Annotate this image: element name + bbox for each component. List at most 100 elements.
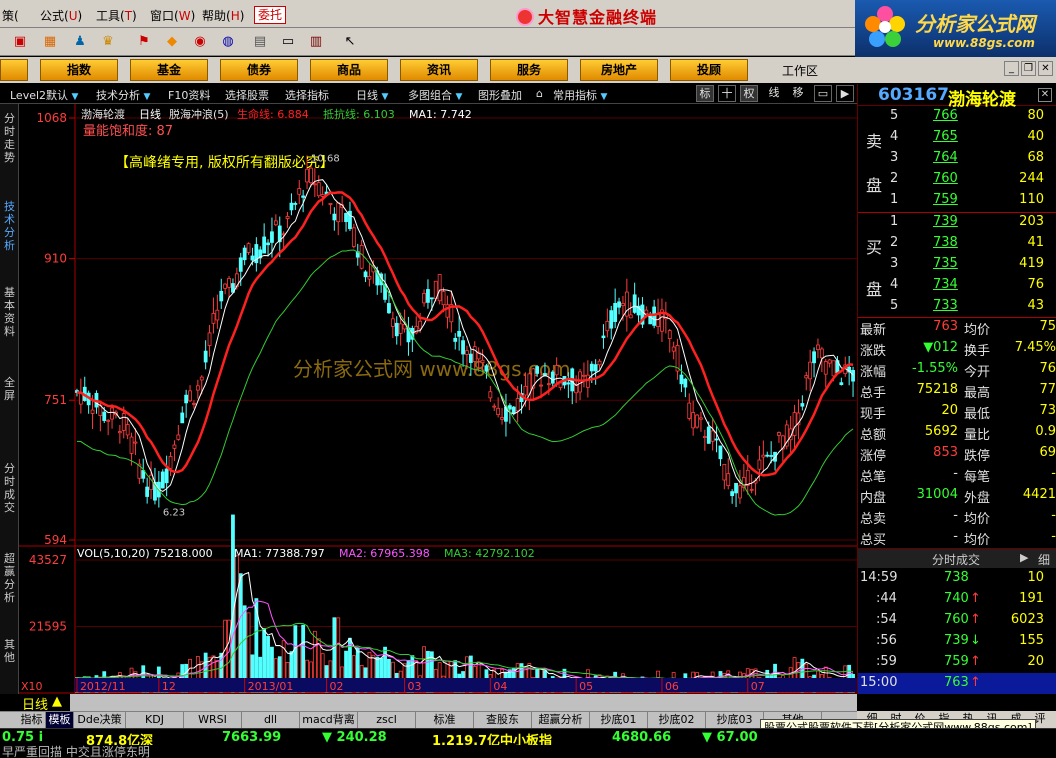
ask-price[interactable]: 766 — [933, 108, 958, 123]
nav-service-button[interactable]: 服务 — [490, 59, 568, 81]
stat-value: - — [1051, 466, 1056, 481]
candle-body — [761, 454, 766, 458]
stat-value: 75218 — [916, 382, 958, 397]
stat-value: - — [953, 529, 958, 544]
triangle-up-icon[interactable]: ▲ — [52, 694, 62, 709]
period-menu[interactable]: 日线 ▼ — [356, 87, 388, 103]
quote-icon[interactable]: ▣ — [10, 33, 30, 51]
multi-chart-menu[interactable]: 多图组合 ▼ — [408, 87, 462, 103]
tab-tick-trades[interactable]: 分时成交 — [2, 462, 17, 514]
select-indicator-menu[interactable]: 选择指标 — [285, 87, 329, 103]
menu-strategy[interactable]: 策( — [2, 7, 19, 24]
toggle-move[interactable]: 移 — [788, 85, 808, 102]
ticks-next-icon[interactable]: ▶ — [1020, 551, 1028, 564]
bid-price[interactable]: 733 — [933, 298, 958, 313]
tab-fundamentals[interactable]: 基本资料 — [2, 286, 17, 338]
formula-tab[interactable]: dll — [242, 712, 300, 728]
chart-icon[interactable]: ▦ — [40, 33, 60, 51]
formula-tab[interactable]: 抄底02 — [648, 712, 706, 728]
lock-icon[interactable]: ⌂ — [536, 87, 543, 100]
ticks-detail-link[interactable]: 细 — [1038, 551, 1050, 568]
toggle-line[interactable]: 线 — [764, 85, 784, 102]
bid-price[interactable]: 735 — [933, 256, 958, 271]
formula-tab[interactable]: 指标 — [18, 712, 46, 728]
nav-commodity-button[interactable]: 商品 — [310, 59, 388, 81]
kline-chart[interactable]: 1068910751594 4352721595 分析家公式网 www.88gs… — [19, 104, 857, 694]
candle-body — [765, 454, 770, 457]
workspace-label[interactable]: 工作区 — [782, 62, 818, 79]
ask-price[interactable]: 764 — [933, 150, 958, 165]
candle-body — [511, 406, 516, 414]
close-icon[interactable]: ✕ — [1038, 61, 1053, 76]
tab-other[interactable]: 其他 — [2, 638, 17, 664]
level2-default[interactable]: Level2默认 ▼ — [10, 87, 78, 103]
tab-intraday[interactable]: 分时走势 — [2, 112, 17, 164]
tech-analysis-menu[interactable]: 技术分析 ▼ — [96, 87, 150, 103]
nav-bar: 指数 基金 债券 商品 资讯 服务 房地产 投顾 工作区 — [0, 57, 1056, 83]
f10-menu[interactable]: F10资料 — [168, 87, 210, 103]
select-stock-menu[interactable]: 选择股票 — [225, 87, 269, 103]
tab-technical[interactable]: 技术分析 — [2, 200, 17, 252]
formula-tab[interactable]: 抄底01 — [590, 712, 648, 728]
formula-tab[interactable]: KDJ — [126, 712, 184, 728]
nav-realestate-button[interactable]: 房地产 — [580, 59, 658, 81]
time-tick-label: 02 — [330, 680, 344, 693]
window-icon[interactable]: ▭ — [278, 33, 298, 51]
toggle-cross[interactable]: 十 — [718, 85, 736, 102]
quote-row: 2 738 41 — [858, 233, 1056, 254]
formula-tab[interactable]: macd背离 — [300, 712, 358, 728]
menu-formula[interactable]: 公式(U) — [40, 7, 82, 24]
play-icon[interactable]: ▶ — [836, 85, 854, 102]
common-indicator-menu[interactable]: 常用指标 ▼ — [553, 87, 607, 103]
stat-key: 今开 — [964, 365, 991, 380]
candle-body — [683, 378, 688, 388]
menu-help[interactable]: 帮助(H) — [202, 7, 244, 24]
candle-body — [285, 215, 290, 219]
ask-price[interactable]: 759 — [933, 192, 958, 207]
period-indicator: 日线 ▲ — [0, 694, 70, 713]
formula-tab[interactable]: 超赢分析 — [532, 712, 590, 728]
ask-price[interactable]: 765 — [933, 129, 958, 144]
tab-super-analysis[interactable]: 超赢分析 — [2, 552, 17, 604]
formula-tab[interactable]: 查股东 — [474, 712, 532, 728]
formula-tab[interactable]: WRSI — [184, 712, 242, 728]
minimize-icon[interactable]: _ — [1004, 61, 1019, 76]
print-icon[interactable]: ▤ — [250, 33, 270, 51]
formula-tab[interactable]: Dde决策 — [74, 712, 126, 728]
toggle-right[interactable]: 权 — [740, 85, 758, 102]
tab-fullscreen[interactable]: 全屏 — [2, 376, 17, 402]
candle-body — [336, 202, 341, 223]
menu-tools[interactable]: 工具(T) — [96, 7, 137, 24]
diamond-icon[interactable]: ◆ — [162, 33, 182, 51]
flag-icon[interactable]: ⚑ — [134, 33, 154, 51]
ask-price[interactable]: 760 — [933, 171, 958, 186]
nav-edge-button[interactable] — [0, 59, 28, 81]
books-icon[interactable]: ▥ — [306, 33, 326, 51]
bid-price[interactable]: 738 — [933, 235, 958, 250]
globe-icon[interactable]: ◍ — [218, 33, 238, 51]
bid-price[interactable]: 739 — [933, 214, 958, 229]
formula-tab[interactable]: 标准 — [416, 712, 474, 728]
overlay-menu[interactable]: 图形叠加 — [478, 87, 522, 103]
menu-window[interactable]: 窗口(W) — [150, 7, 195, 24]
nav-bond-button[interactable]: 债券 — [220, 59, 298, 81]
formula-tab[interactable]: 模板 — [46, 712, 74, 728]
stat-value: 20 — [941, 403, 958, 418]
help-pointer-icon[interactable]: ↖ — [340, 33, 360, 51]
panel-close-icon[interactable]: ✕ — [1038, 88, 1052, 102]
bid-price[interactable]: 734 — [933, 277, 958, 292]
formula-tab[interactable]: 抄底03 — [706, 712, 764, 728]
nav-advisor-button[interactable]: 投顾 — [670, 59, 748, 81]
nav-index-button[interactable]: 指数 — [40, 59, 118, 81]
expand-icon[interactable]: ▭ — [814, 85, 832, 102]
restore-icon[interactable]: ❐ — [1021, 61, 1036, 76]
alarm-icon[interactable]: ♛ — [98, 33, 118, 51]
people-icon[interactable]: ♟ — [70, 33, 90, 51]
nav-fund-button[interactable]: 基金 — [130, 59, 208, 81]
nav-news-button[interactable]: 资讯 — [400, 59, 478, 81]
toggle-mark[interactable]: 标 — [696, 85, 714, 102]
formula-tab[interactable]: zscl — [358, 712, 416, 728]
entrust-button[interactable]: 委托 — [254, 6, 287, 24]
stat-value: 0.9 — [1035, 424, 1056, 439]
target-icon[interactable]: ◉ — [190, 33, 210, 51]
